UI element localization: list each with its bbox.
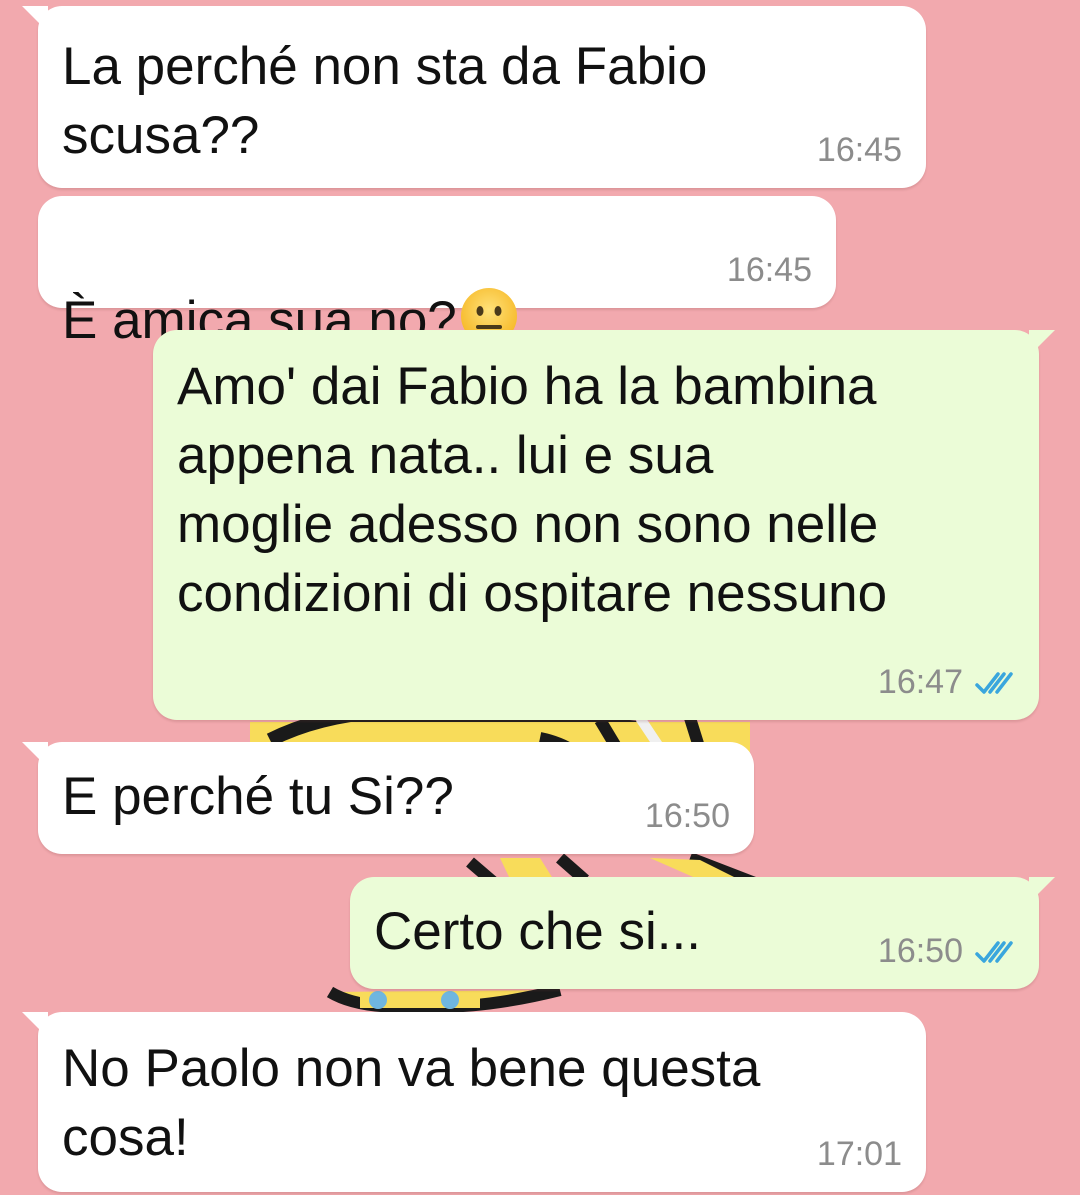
message-meta: 16:50 [645,797,730,836]
message-meta: 16:45 [727,251,812,290]
message-text: E perché tu Si?? [62,767,454,826]
message-timestamp: 17:01 [816,1135,902,1173]
bubble-tail [22,6,48,32]
message-text: Amo' dai Fabio ha la bambina appena nata… [177,357,888,623]
message-meta: 16:50 [878,932,1017,971]
message-text: La perché non sta da Fabio scusa?? [62,37,708,165]
message-bubble-outgoing[interactable]: Certo che si... 16:50 [350,877,1055,989]
message-bubble-outgoing[interactable]: Amo' dai Fabio ha la bambina appena nata… [153,330,1055,720]
message-timestamp: 16:50 [877,932,963,970]
message-timestamp: 16:50 [644,797,730,835]
message-timestamp: 16:47 [877,663,963,701]
bubble-tail [22,1012,48,1038]
bubble-tail [22,742,48,768]
message-meta: 17:01 [817,1135,902,1174]
message-text: No Paolo non va bene questa cosa! [62,1039,761,1167]
message-bubble-incoming[interactable]: E perché tu Si?? 16:50 [22,742,754,854]
bubble-tail [1029,330,1055,356]
read-double-check-icon [975,940,1013,963]
message-timestamp: 16:45 [726,251,812,289]
message-text: Certo che si... [374,902,701,961]
message-meta: 16:47 [878,663,1017,702]
message-bubble-incoming[interactable]: La perché non sta da Fabio scusa?? 16:45 [22,6,926,188]
bubble-tail [1029,877,1055,903]
message-timestamp: 16:45 [816,131,902,169]
message-bubble-incoming[interactable]: È amica sua no? 16:45 [38,196,836,350]
message-meta: 16:45 [817,131,902,170]
message-bubble-incoming[interactable]: No Paolo non va bene questa cosa! 17:01 [22,1012,926,1192]
read-double-check-icon [975,671,1013,694]
